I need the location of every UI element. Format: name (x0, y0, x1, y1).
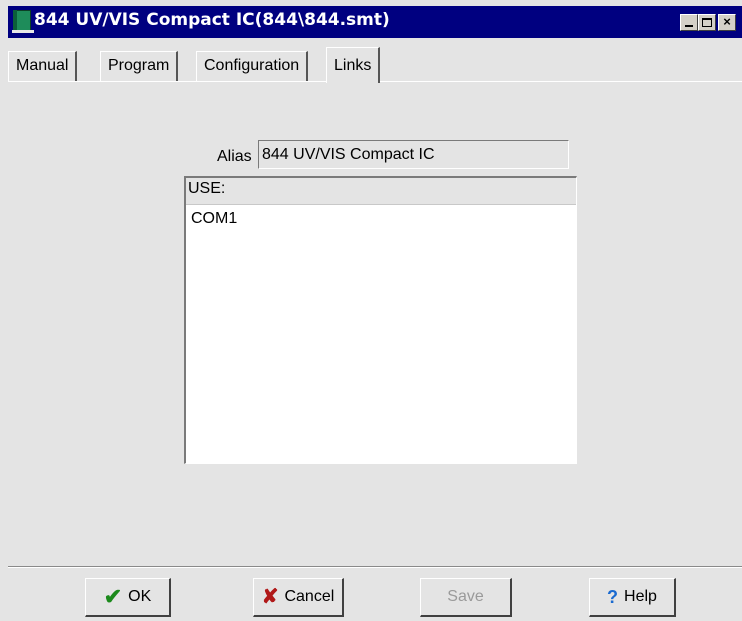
app-book-icon (12, 10, 34, 34)
tab-links[interactable]: Links (326, 47, 381, 83)
maximize-icon (702, 18, 712, 27)
help-button-label: Help (624, 588, 657, 605)
maximize-button[interactable] (698, 14, 716, 31)
links-list[interactable]: USE: COM1 (184, 176, 577, 464)
close-button[interactable]: × (718, 14, 736, 31)
window-title: 844 UV/VIS Compact IC(844\844.smt) (34, 10, 390, 30)
bottom-divider-highlight (8, 567, 742, 568)
minimize-button[interactable] (680, 14, 698, 31)
help-button[interactable]: ? Help (589, 578, 676, 617)
minimize-icon (685, 25, 693, 27)
tab-manual[interactable]: Manual (8, 51, 78, 81)
alias-field[interactable]: 844 UV/VIS Compact IC (258, 140, 569, 169)
close-icon: × (723, 14, 731, 29)
alias-label: Alias (217, 148, 252, 165)
tab-program[interactable]: Program (100, 51, 179, 81)
title-bar[interactable]: 844 UV/VIS Compact IC(844\844.smt) × (8, 6, 742, 38)
question-icon: ? (607, 587, 619, 607)
dialog-window: 844 UV/VIS Compact IC(844\844.smt) × Man… (0, 0, 742, 621)
ok-button[interactable]: ✔ OK (85, 578, 171, 617)
save-button[interactable]: Save (420, 578, 512, 617)
x-icon: ✘ (261, 586, 279, 608)
ok-button-label: OK (128, 588, 152, 605)
cancel-button-label: Cancel (284, 588, 335, 605)
tab-configuration[interactable]: Configuration (196, 51, 309, 81)
list-header: USE: (186, 178, 576, 205)
list-item[interactable]: COM1 (186, 205, 576, 228)
checkmark-icon: ✔ (103, 584, 123, 609)
save-button-label: Save (447, 588, 484, 605)
cancel-button[interactable]: ✘ Cancel (253, 578, 344, 617)
